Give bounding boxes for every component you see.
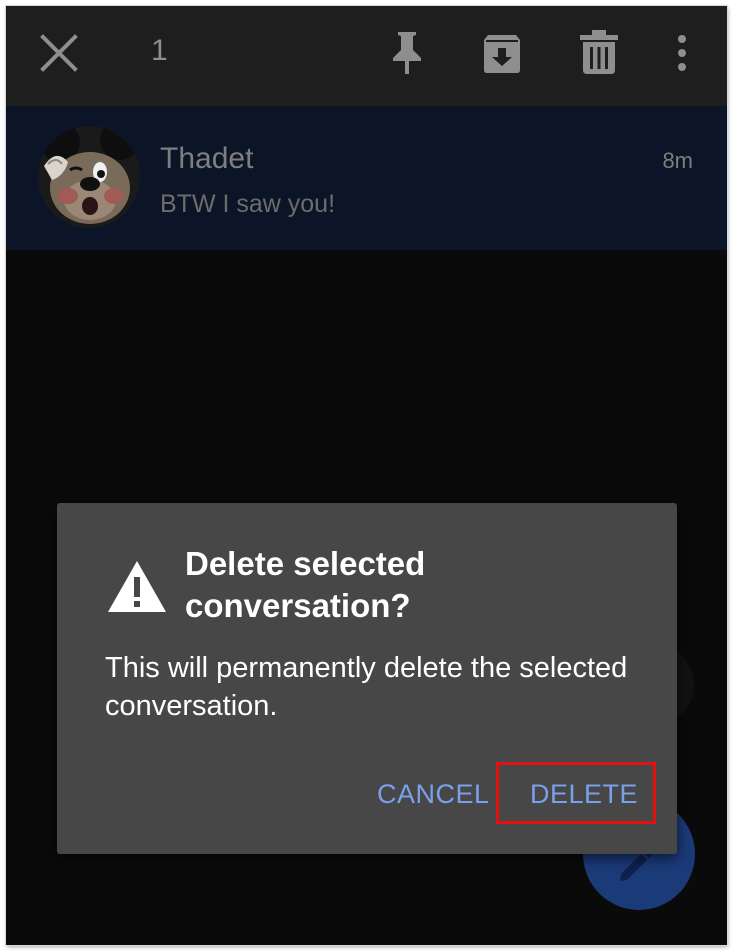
selection-action-bar: 1 [6,6,727,106]
message-time: 8m [662,148,693,173]
message-snippet: BTW I saw you! [160,190,336,218]
warning-icon [108,561,166,612]
trash-icon[interactable] [580,30,618,74]
contact-name: Thadet [160,142,254,175]
cancel-button[interactable]: CANCEL [377,779,490,810]
close-icon[interactable] [40,34,78,72]
selected-count: 1 [151,34,168,67]
avatar [38,126,140,228]
dialog-message: This will permanently delete the selecte… [105,652,628,722]
archive-icon[interactable] [482,34,522,74]
dialog-title: Delete selected conversation? [185,545,426,624]
delete-button[interactable]: DELETE [530,779,638,810]
more-vert-icon[interactable] [677,34,687,72]
delete-confirmation-dialog: Delete selected conversation? This will … [57,503,677,854]
pin-icon[interactable] [390,30,424,76]
screen: 1 Thadet BTW I saw you! 8m Delete select… [6,6,727,945]
conversation-row-selected[interactable]: Thadet BTW I saw you! 8m [6,106,727,250]
